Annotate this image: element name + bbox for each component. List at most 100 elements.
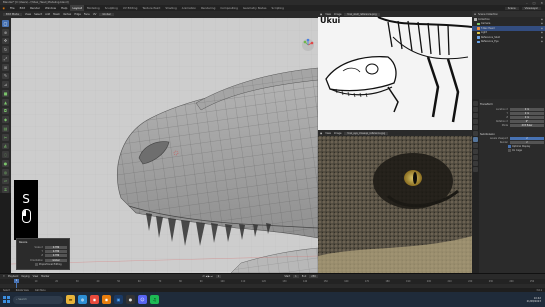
chrome-icon[interactable]: ◉ bbox=[90, 295, 99, 304]
render-tab-icon[interactable] bbox=[473, 107, 478, 112]
bevel-icon[interactable]: ◆ bbox=[2, 116, 9, 123]
obs-icon[interactable]: ● bbox=[126, 295, 135, 304]
scene-selector[interactable]: Scene bbox=[504, 6, 519, 10]
navigation-gizmo[interactable] bbox=[301, 38, 315, 52]
browser-icon[interactable]: ◍ bbox=[78, 295, 87, 304]
tool-tab-icon[interactable] bbox=[473, 101, 478, 106]
menu-add[interactable]: Add bbox=[45, 13, 50, 16]
view-layer-selector[interactable]: ViewLayer bbox=[521, 6, 541, 10]
menu-uv[interactable]: UV bbox=[93, 13, 97, 16]
eye-icon[interactable]: ◉ bbox=[541, 27, 543, 30]
close-button[interactable]: ✕ bbox=[540, 1, 543, 5]
timeline-icon[interactable]: ⏱ bbox=[3, 275, 5, 278]
menu-playback[interactable]: Playback bbox=[8, 275, 19, 278]
extrude-icon[interactable]: ▲ bbox=[2, 98, 9, 106]
menu-file[interactable]: File bbox=[7, 6, 17, 10]
cursor-icon[interactable]: ⊕ bbox=[2, 28, 9, 36]
rip-icon[interactable]: ⧖ bbox=[2, 186, 9, 193]
blender-app-icon[interactable]: ◉ bbox=[102, 295, 111, 304]
spotify-icon[interactable]: ♫ bbox=[150, 295, 159, 304]
scale-y-field[interactable]: 0.789 bbox=[45, 250, 67, 254]
image-editor-icon[interactable]: ▣ bbox=[320, 13, 322, 16]
menu-vertex[interactable]: Vertex bbox=[63, 13, 71, 16]
on-cage-checkbox[interactable]: On Cage bbox=[480, 149, 544, 152]
modifier-section-title[interactable]: Subdivision bbox=[480, 133, 544, 136]
particles-tab-icon[interactable] bbox=[473, 143, 478, 148]
material-tab-icon[interactable] bbox=[473, 167, 478, 172]
inset-icon[interactable]: ◘ bbox=[2, 107, 9, 115]
eye-icon[interactable]: ◉ bbox=[541, 40, 543, 43]
location-x-field[interactable]: 0 m bbox=[510, 107, 544, 111]
taskbar-search[interactable]: ⌕ Search bbox=[13, 295, 63, 304]
location-y-field[interactable]: 0 m bbox=[510, 111, 544, 115]
shrink-icon[interactable]: ◎ bbox=[2, 168, 9, 176]
outliner-icon[interactable]: ☰ bbox=[474, 13, 476, 16]
annotate-icon[interactable]: ✎ bbox=[2, 72, 9, 80]
output-tab-icon[interactable] bbox=[473, 113, 478, 118]
image-selector[interactable]: trex_skull_reference.png bbox=[344, 12, 380, 16]
checkbox-icon[interactable] bbox=[35, 263, 38, 266]
start-frame-field[interactable]: 1 bbox=[293, 275, 299, 278]
image-editor-top[interactable]: ▣ View Image trex_skull_reference.png Uk… bbox=[318, 11, 472, 130]
add-cube-icon[interactable]: ■ bbox=[2, 90, 9, 97]
system-tray[interactable]: 10:42 21/08/2023 bbox=[527, 297, 541, 303]
rotation-mode-dropdown[interactable]: XYZ Euler bbox=[510, 123, 544, 127]
proportional-checkbox[interactable]: Proportional Editing bbox=[19, 263, 67, 266]
rotation-x-field[interactable]: 0° bbox=[510, 119, 544, 123]
maximize-button[interactable]: □ bbox=[533, 1, 536, 5]
menu-edit[interactable]: Edit bbox=[17, 6, 27, 10]
transform-section-title[interactable]: Transform bbox=[480, 103, 544, 106]
rotate-icon[interactable]: ↻ bbox=[2, 46, 9, 53]
3d-viewport[interactable] bbox=[11, 18, 318, 273]
knife-icon[interactable]: ✂ bbox=[2, 133, 9, 141]
menu-edge[interactable]: Edge bbox=[74, 13, 81, 16]
constraints-tab-icon[interactable] bbox=[473, 155, 478, 160]
timeline-ruler[interactable]: 0102030405060708090100110120130140150160… bbox=[0, 279, 545, 284]
menu-view[interactable]: View bbox=[33, 275, 39, 278]
menu-keying[interactable]: Keying bbox=[22, 275, 30, 278]
image-editor-bottom[interactable]: ▣ View Image trex_eye_closeup_reference.… bbox=[318, 130, 472, 273]
polybuild-icon[interactable]: ◭ bbox=[2, 142, 9, 150]
move-icon[interactable]: ✥ bbox=[2, 37, 9, 45]
current-frame-field[interactable]: 1 bbox=[215, 275, 222, 278]
menu-marker[interactable]: Marker bbox=[41, 275, 49, 278]
photoshop-icon[interactable]: ▣ bbox=[114, 295, 123, 304]
location-z-field[interactable]: 0 m bbox=[510, 115, 544, 119]
minimize-button[interactable]: – bbox=[526, 1, 528, 5]
menu-face[interactable]: Face bbox=[84, 13, 90, 16]
world-tab-icon[interactable] bbox=[473, 125, 478, 130]
play-controls[interactable]: ⏮ ◀ ▶ ⏭ bbox=[203, 275, 213, 278]
image-selector[interactable]: trex_eye_closeup_reference.jpg bbox=[344, 131, 389, 135]
scene-tab-icon[interactable] bbox=[473, 119, 478, 124]
physics-tab-icon[interactable] bbox=[473, 149, 478, 154]
shear-icon[interactable]: ▱ bbox=[2, 177, 9, 185]
transform-icon[interactable]: ⊞ bbox=[2, 63, 9, 71]
menu-window[interactable]: Window bbox=[43, 6, 59, 10]
last-operator-panel[interactable]: Resize Scale X 0.789 Y 0.789 Z 0.789 Ori… bbox=[16, 238, 70, 270]
menu-view[interactable]: View bbox=[325, 132, 331, 135]
orientation-selector[interactable]: Global bbox=[99, 13, 114, 16]
end-frame-field[interactable]: 250 bbox=[309, 275, 318, 278]
scale-x-field[interactable]: 0.789 bbox=[45, 246, 67, 249]
loopcut-icon[interactable]: ▤ bbox=[2, 125, 9, 132]
measure-icon[interactable]: ⊿ bbox=[2, 81, 9, 88]
scale-z-field[interactable]: 0.789 bbox=[45, 254, 67, 258]
menu-render[interactable]: Render bbox=[28, 6, 43, 10]
levels-viewport-field[interactable]: 2 bbox=[510, 137, 544, 140]
menu-view[interactable]: View bbox=[25, 13, 31, 16]
eye-icon[interactable]: ◉ bbox=[541, 18, 543, 21]
eye-icon[interactable]: ◉ bbox=[541, 22, 543, 25]
modifier-tab-icon[interactable] bbox=[473, 137, 478, 142]
smooth-icon[interactable]: ● bbox=[2, 160, 9, 167]
levels-render-field[interactable]: 2 bbox=[510, 141, 544, 144]
menu-help[interactable]: Help bbox=[59, 6, 70, 10]
scale-icon[interactable]: ⤢ bbox=[2, 55, 9, 62]
eye-icon[interactable]: ◉ bbox=[541, 36, 543, 39]
checkbox-icon[interactable] bbox=[508, 145, 511, 148]
image-editor-icon[interactable]: ▣ bbox=[320, 132, 322, 135]
data-tab-icon[interactable] bbox=[473, 161, 478, 166]
orientation-dropdown[interactable]: Global bbox=[45, 258, 67, 262]
menu-mesh[interactable]: Mesh bbox=[53, 13, 60, 16]
discord-icon[interactable]: ☺ bbox=[138, 295, 147, 304]
outliner-row[interactable]: Reference_Eye ◉ bbox=[472, 40, 545, 45]
